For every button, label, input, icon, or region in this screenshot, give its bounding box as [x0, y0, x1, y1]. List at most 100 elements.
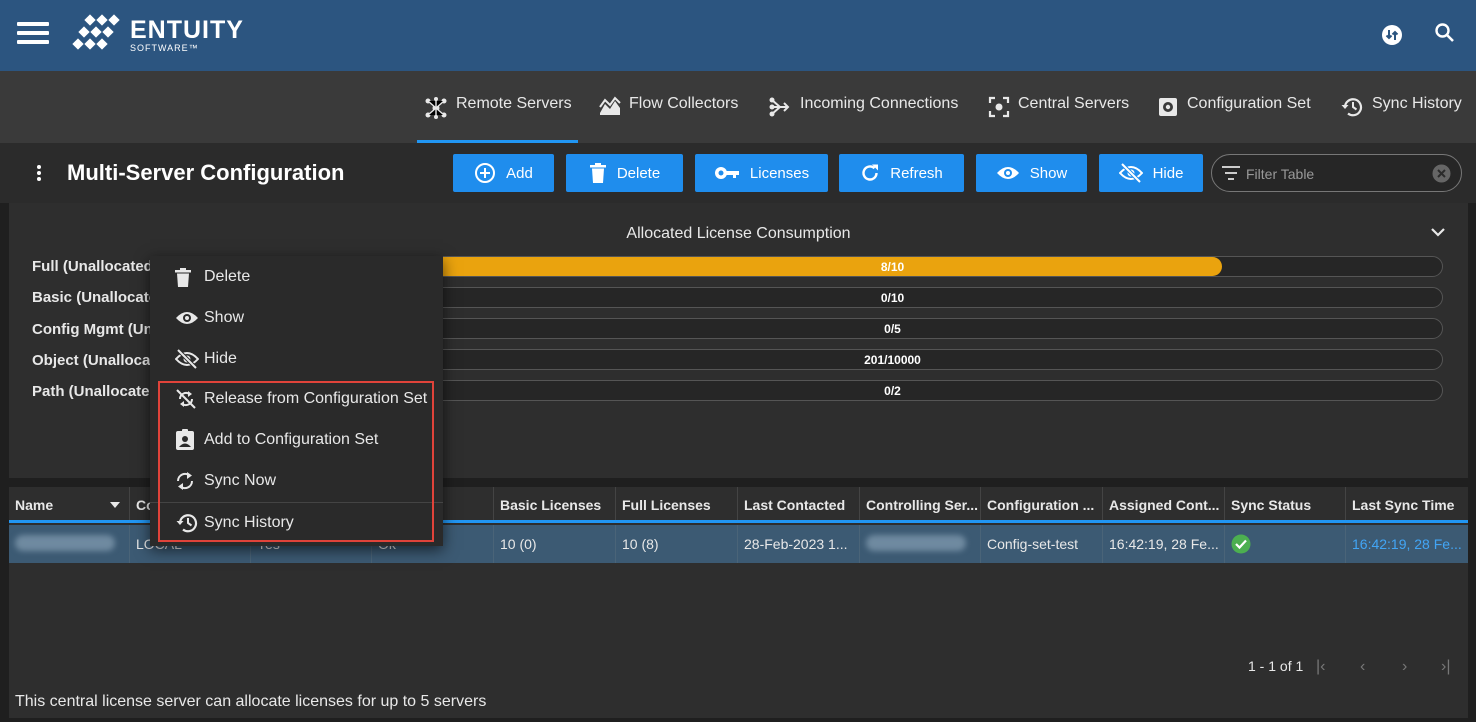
show-button-label: Show [1029, 164, 1068, 182]
brand-name: ENTUITY [130, 16, 244, 44]
licenses-button-label: Licenses [749, 164, 810, 182]
eye-off-icon [1118, 162, 1143, 184]
show-button[interactable]: Show [976, 154, 1087, 192]
column-header-assigned-contact[interactable]: Assigned Cont... [1103, 487, 1225, 520]
eye-off-icon [175, 348, 199, 370]
license-label-path: Path (Unallocated [32, 383, 159, 400]
column-header-basic-licenses[interactable]: Basic Licenses [494, 487, 616, 520]
add-button[interactable]: Add [453, 154, 554, 192]
clear-filter-icon[interactable] [1432, 164, 1451, 183]
add-button-label: Add [506, 164, 533, 182]
license-note: This central license server can allocate… [15, 693, 487, 710]
license-label-config-mgmt: Config Mgmt (Un [32, 321, 153, 338]
tab-label: Configuration Set [1187, 95, 1311, 112]
hide-button[interactable]: Hide [1099, 154, 1203, 192]
key-icon [714, 167, 739, 179]
cell-name [9, 525, 130, 563]
tab-label: Central Servers [1018, 95, 1130, 112]
license-label-object: Object (Unallocat [32, 352, 156, 369]
sort-desc-icon[interactable] [110, 502, 120, 508]
tab-central-servers[interactable]: Central Servers [988, 95, 1129, 143]
tab-label: Sync History [1372, 95, 1462, 112]
tab-label: Remote Servers [456, 95, 572, 112]
menu-item-show[interactable]: Show [150, 298, 443, 338]
first-page-icon[interactable]: |‹ [1316, 658, 1325, 676]
sync-status-icon[interactable] [1381, 24, 1403, 46]
column-header-name[interactable]: Name [9, 487, 130, 520]
pagination-summary: 1 - 1 of 1 [1248, 658, 1304, 674]
cell-basic-licenses: 10 (0) [494, 525, 616, 563]
trash-icon [175, 267, 191, 287]
trash-icon [589, 163, 606, 183]
toolbar: Multi-Server Configuration Add Delete Li… [0, 143, 1476, 203]
tab-label: Flow Collectors [629, 95, 739, 112]
menu-item-label: Show [204, 309, 245, 326]
license-bar-text: 8/10 [880, 260, 905, 274]
license-bar-config-mgmt: 0/5 [342, 318, 1443, 339]
license-bar-basic: 0/10 [342, 287, 1443, 308]
tab-label: Incoming Connections [800, 95, 959, 112]
license-bar-text: 0/10 [880, 291, 905, 305]
eye-icon [176, 312, 198, 324]
cell-last-contacted: 28-Feb-2023 1... [738, 525, 860, 563]
flow-collectors-icon [599, 96, 621, 115]
refresh-icon [862, 164, 879, 181]
tab-sync-history[interactable]: Sync History [1340, 95, 1462, 143]
delete-button-label: Delete [616, 164, 661, 182]
column-header-last-sync-time[interactable]: Last Sync Time [1346, 487, 1468, 520]
tab-incoming-connections[interactable]: Incoming Connections [768, 95, 958, 143]
license-bar-text: 0/2 [884, 384, 901, 398]
delete-button[interactable]: Delete [566, 154, 683, 192]
refresh-button-label: Refresh [890, 164, 943, 182]
license-label-basic: Basic (Unallocate [32, 289, 158, 306]
refresh-button[interactable]: Refresh [839, 154, 964, 192]
license-label-full: Full (Unallocated [32, 258, 153, 275]
license-bar-text: 0/5 [884, 322, 901, 336]
configuration-set-icon [1159, 98, 1177, 116]
central-servers-icon [988, 96, 1010, 118]
highlight-box [158, 381, 434, 542]
cell-controlling-server [860, 525, 981, 563]
tab-remote-servers[interactable]: Remote Servers [417, 95, 578, 143]
incoming-connections-icon [769, 97, 790, 117]
previous-page-icon[interactable]: ‹ [1360, 658, 1365, 676]
cell-full-licenses: 10 (8) [616, 525, 738, 563]
license-bar-full: 8/10 [342, 256, 1443, 277]
menu-item-delete[interactable]: Delete [150, 257, 443, 297]
license-bar-object: 201/10000 [342, 349, 1443, 370]
menu-item-label: Hide [204, 350, 237, 367]
column-header-sync-status[interactable]: Sync Status [1225, 487, 1346, 520]
sync-history-icon [1341, 98, 1363, 117]
last-page-icon[interactable]: ›| [1441, 658, 1450, 676]
cell-configuration-set: Config-set-test [981, 525, 1103, 563]
chevron-down-icon[interactable] [1431, 227, 1445, 237]
cell-sync-status [1225, 525, 1346, 563]
tab-flow-collectors[interactable]: Flow Collectors [599, 95, 738, 143]
eye-icon [996, 167, 1019, 179]
license-bar-path: 0/2 [342, 380, 1443, 401]
menu-item-label: Delete [204, 268, 251, 285]
column-header-full-licenses[interactable]: Full Licenses [616, 487, 738, 520]
add-circle-icon [475, 163, 496, 183]
menu-item-hide[interactable]: Hide [150, 339, 443, 379]
search-icon[interactable] [1434, 22, 1456, 44]
check-circle-icon [1231, 534, 1251, 554]
redacted-name [15, 535, 115, 551]
cell-last-sync-time[interactable]: 16:42:19, 28 Fe... [1346, 525, 1468, 563]
menu-icon[interactable] [17, 22, 49, 44]
column-header-configuration-set[interactable]: Configuration ... [981, 487, 1103, 520]
cell-assigned-contact: 16:42:19, 28 Fe... [1103, 525, 1225, 563]
filter-icon [1222, 166, 1240, 180]
license-panel-title: Allocated License Consumption [626, 225, 851, 242]
tab-configuration-set[interactable]: Configuration Set [1157, 95, 1311, 143]
licenses-button[interactable]: Licenses [695, 154, 828, 192]
filter-table-field[interactable] [1211, 154, 1462, 192]
filter-table-input[interactable] [1246, 164, 1426, 184]
redacted-server [866, 535, 966, 551]
brand-subtitle: SOFTWARE™ [130, 43, 199, 53]
next-page-icon[interactable]: › [1402, 658, 1407, 676]
column-header-controlling-server[interactable]: Controlling Ser... [860, 487, 981, 520]
column-header-last-contacted[interactable]: Last Contacted [738, 487, 860, 520]
more-options-icon[interactable] [37, 165, 43, 183]
app-header: ENTUITY SOFTWARE™ [0, 0, 1476, 71]
